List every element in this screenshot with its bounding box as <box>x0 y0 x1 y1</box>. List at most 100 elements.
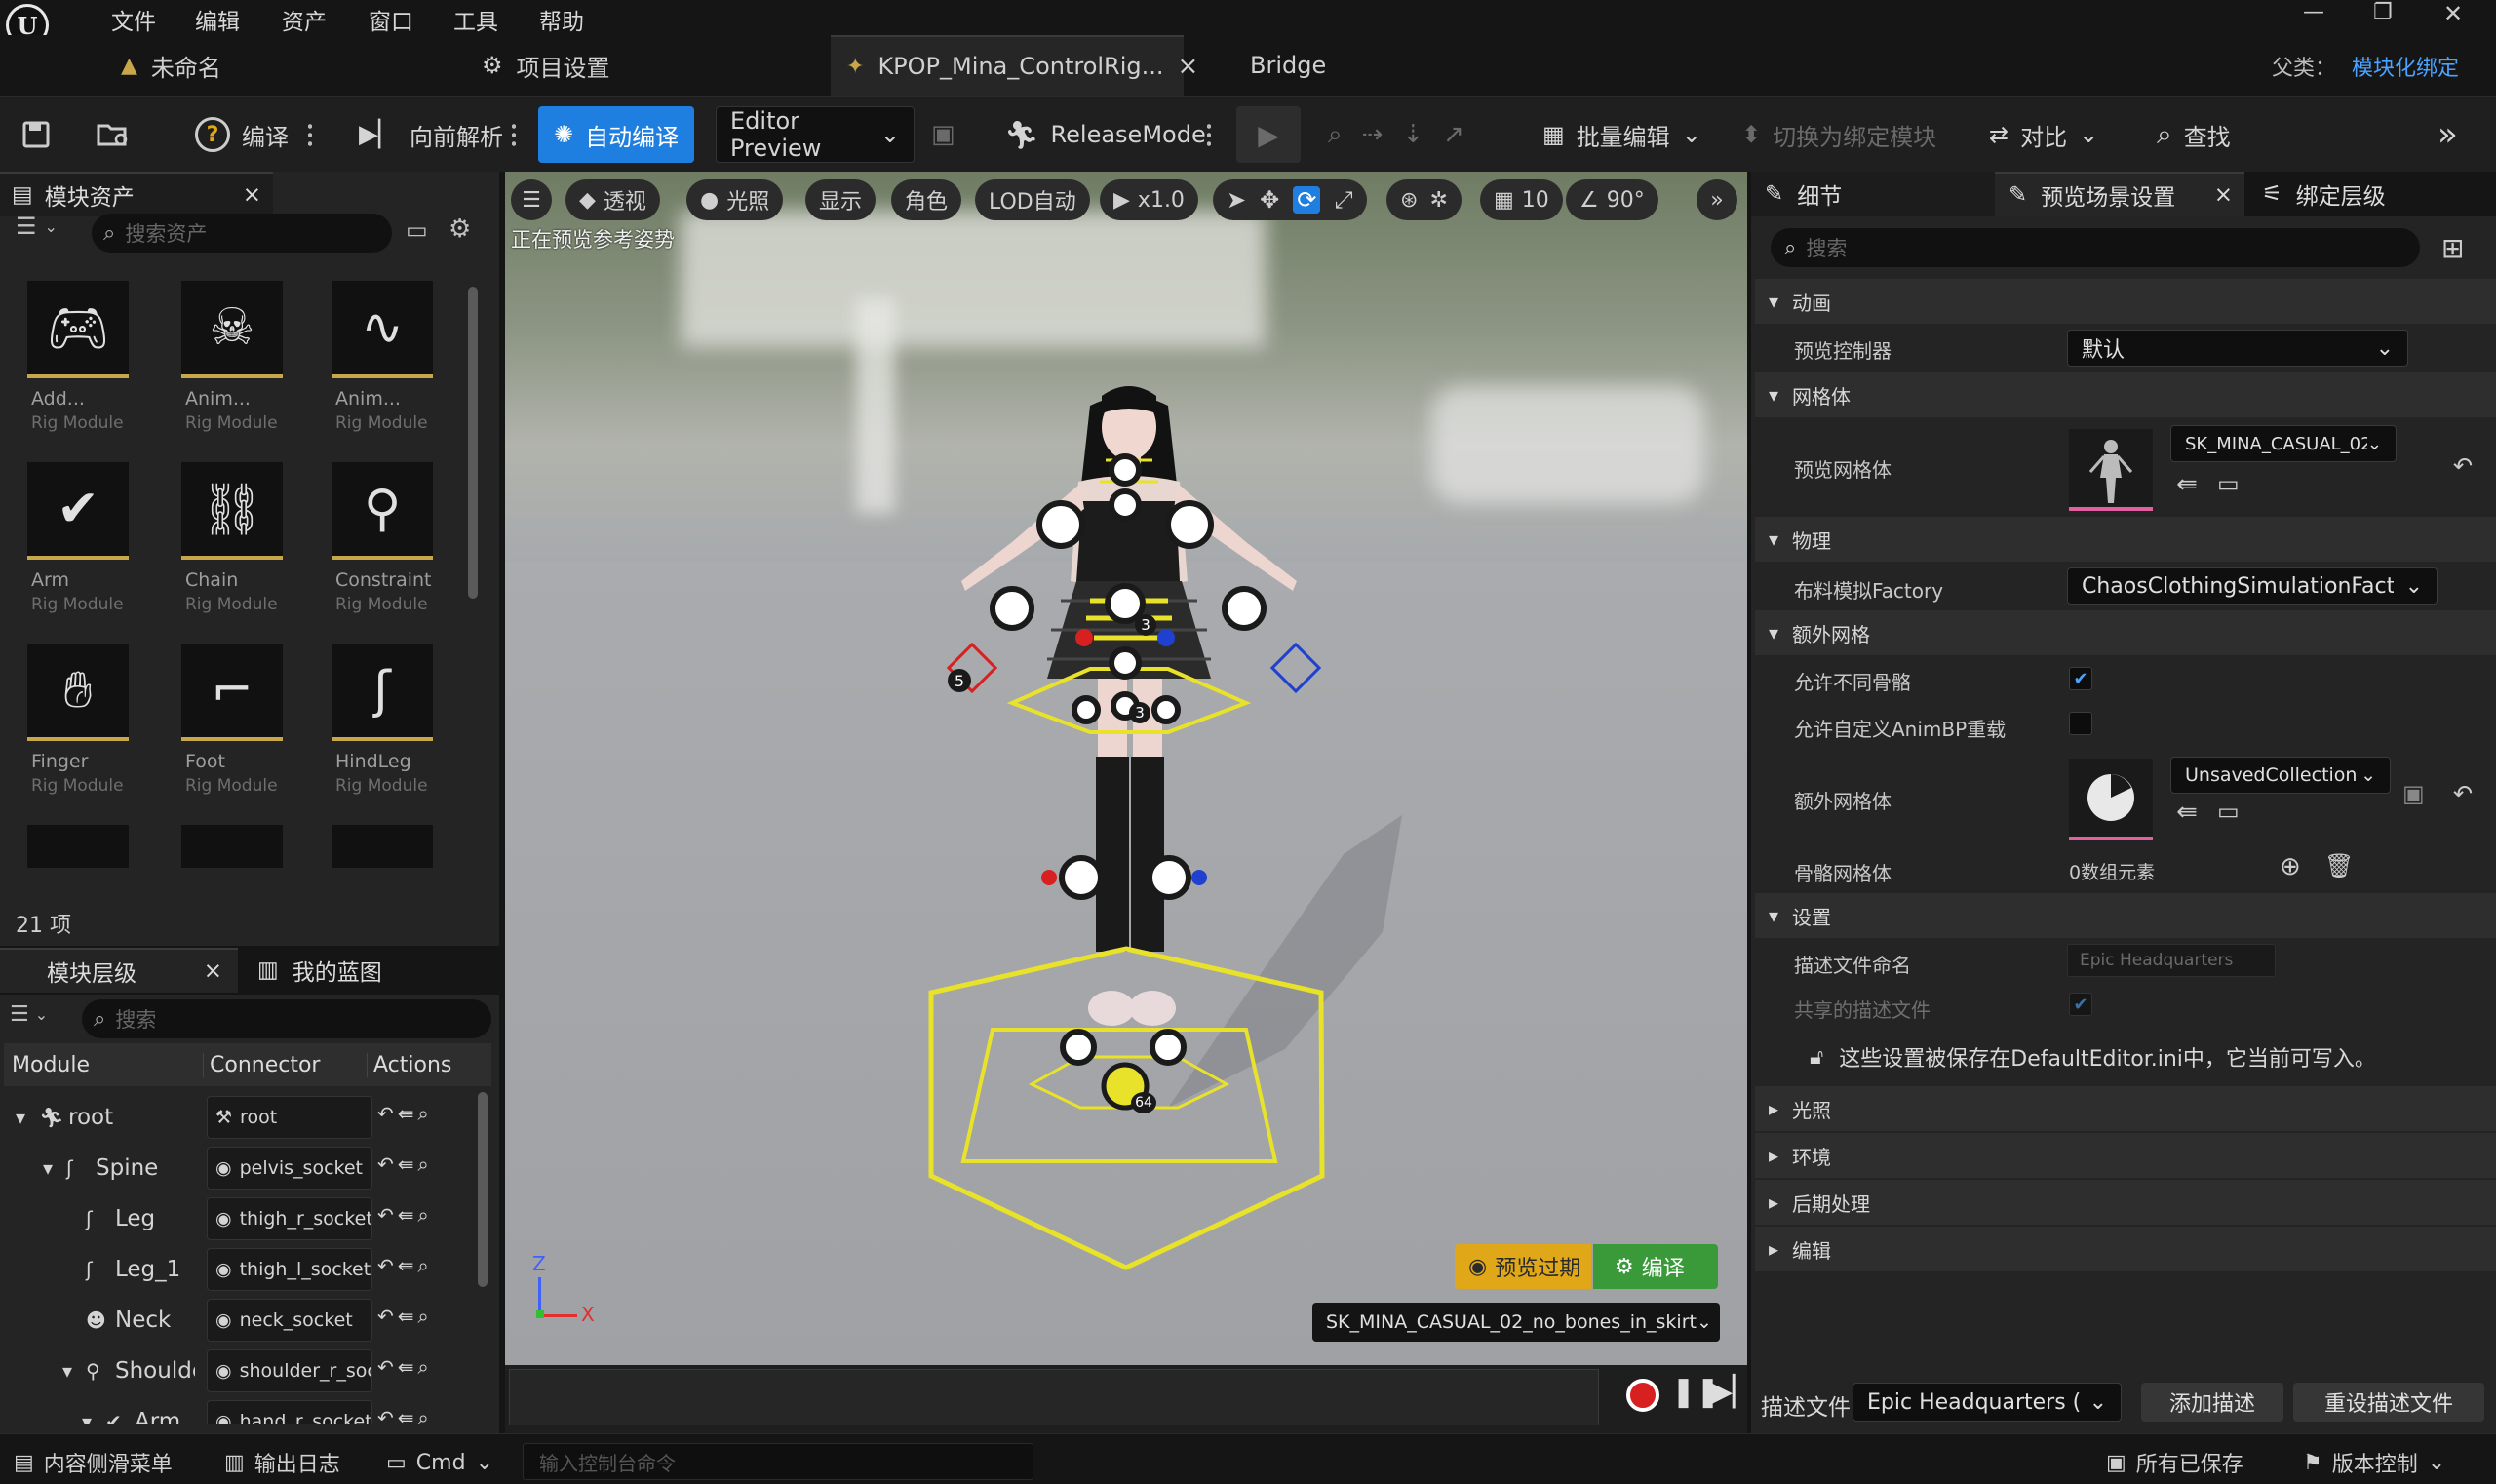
auto-compile-toggle[interactable]: ✺ 自动编译 <box>538 106 695 163</box>
step-out-icon[interactable]: ↗ <box>1443 120 1464 149</box>
folder-icon[interactable]: ▭ <box>406 216 428 244</box>
reset-to-default-icon[interactable]: ↶ <box>2453 452 2473 480</box>
search-icon[interactable]: ⌕ <box>418 1152 429 1176</box>
browse-asset-icon[interactable]: ▭ <box>2217 798 2240 825</box>
release-options-button[interactable] <box>1207 122 1211 147</box>
expand-caret-icon[interactable]: ▾ <box>43 1156 53 1180</box>
profile-name-input[interactable]: Epic Headquarters <box>2067 944 2276 977</box>
toolbar-overflow-button[interactable]: » <box>2438 106 2458 163</box>
character-button[interactable]: 角色 <box>891 179 962 220</box>
use-selected-icon[interactable]: ⇚ <box>2176 470 2198 499</box>
tab-details[interactable]: ✎ 细节 <box>1751 172 1995 216</box>
step-into-icon[interactable]: ⇣ <box>1402 120 1424 149</box>
asset-tile-partial[interactable] <box>181 825 283 868</box>
perspective-button[interactable]: ◆ 透视 <box>566 179 660 220</box>
hierarchy-row[interactable]: ▾ 🏃︎ root ⚒ root ↶ ⇚ ⌕ <box>4 1092 491 1143</box>
maximize-button[interactable]: ❐ <box>2373 0 2393 24</box>
connector-field[interactable]: ◉ neck_socket <box>207 1299 372 1342</box>
asset-tile[interactable]: ⛓︎ Chain Rig Module <box>181 462 289 628</box>
asset-tile[interactable]: 🎮︎ Add... Rig Module <box>27 281 135 447</box>
all-saved-button[interactable]: ▣ 所有已保存 <box>2106 1443 2243 1482</box>
save-collection-icon[interactable]: ▣ <box>2402 780 2425 807</box>
search-icon[interactable]: ⌕ <box>418 1406 429 1424</box>
menu-file[interactable]: 文件 <box>111 3 156 36</box>
use-selected-icon[interactable]: ⇚ <box>398 1355 414 1379</box>
asset-tile[interactable]: ✋︎ Finger Rig Module <box>27 644 135 809</box>
reset-icon[interactable]: ↶ <box>377 1305 394 1328</box>
select-arrow-icon[interactable]: ➤ <box>1227 186 1246 214</box>
shared-profile-checkbox[interactable]: ✔ <box>2069 993 2092 1016</box>
connector-field[interactable]: ◉ shoulder_r_socket <box>207 1349 372 1392</box>
extra-mesh-select[interactable]: UnsavedCollection ⌄ <box>2170 757 2391 794</box>
surface-snap-icon[interactable]: ✲ <box>1429 188 1447 213</box>
hierarchy-row[interactable]: ʃ Leg ◉ thigh_r_socket ↶ ⇚ ⌕ <box>4 1193 491 1244</box>
tab-close-button[interactable]: × <box>1178 52 1199 81</box>
col-connector[interactable]: Connector <box>203 1052 320 1077</box>
scale-icon[interactable]: ⤢ <box>1334 186 1352 214</box>
allow-custom-animbp-checkbox[interactable] <box>2069 712 2092 735</box>
reset-icon[interactable]: ↶ <box>377 1152 394 1176</box>
cloth-factory-select[interactable]: ChaosClothingSimulationFactory ⌄ <box>2067 567 2438 605</box>
source-control-button[interactable]: ⚑ 版本控制 ⌄ <box>2303 1443 2445 1482</box>
use-selected-icon[interactable]: ⇚ <box>398 1203 414 1227</box>
step-over-icon[interactable]: ⇢ <box>1362 120 1384 149</box>
show-button[interactable]: 显示 <box>805 179 877 220</box>
connector-field[interactable]: ◉ hand_r_socket <box>207 1400 372 1424</box>
search-icon[interactable]: ⌕ <box>418 1102 429 1125</box>
compile-button[interactable]: ? 编译 <box>195 106 289 163</box>
reset-icon[interactable]: ↶ <box>377 1355 394 1379</box>
col-module[interactable]: Module <box>12 1053 90 1077</box>
play-button[interactable]: ▶ <box>1236 106 1301 163</box>
search-icon[interactable]: ⌕ <box>418 1305 429 1328</box>
search-icon[interactable]: ⌕ <box>418 1254 429 1277</box>
viewport-compile-button[interactable]: ⚙ 编译 <box>1593 1244 1718 1289</box>
connector-field[interactable]: ◉ thigh_l_socket <box>207 1248 372 1291</box>
reset-icon[interactable]: ↶ <box>377 1406 394 1424</box>
menu-asset[interactable]: 资产 <box>282 3 327 36</box>
hierarchy-scrollbar[interactable] <box>478 1092 488 1287</box>
hierarchy-filter-button[interactable]: ☰ ⌄ <box>10 1002 48 1027</box>
compile-options-button[interactable] <box>308 122 312 147</box>
solve-options-button[interactable] <box>512 122 516 147</box>
asset-tile[interactable]: ⚲ Constraint Rig Module <box>332 462 439 628</box>
preview-controller-select[interactable]: 默认 ⌄ <box>2067 330 2408 367</box>
preview-mesh-select[interactable]: SK_MINA_CASUAL_02_no_bones_in_skirt⌄ <box>2170 425 2397 462</box>
find-button[interactable]: ⌕ 查找 <box>2157 106 2231 163</box>
parent-class-link[interactable]: 模块化绑定 <box>2352 51 2459 82</box>
browse-button[interactable] <box>96 106 131 163</box>
add-profile-button[interactable]: 添加描述 <box>2141 1383 2283 1422</box>
profile-select[interactable]: Epic Headquarters (Editor)⌄ <box>1852 1383 2122 1422</box>
settings-gear-icon[interactable]: ⚙ <box>448 215 471 244</box>
use-selected-icon[interactable]: ⇚ <box>398 1254 414 1277</box>
connector-field[interactable]: ⚒ root <box>207 1096 372 1139</box>
my-blueprint-tab[interactable]: ▥ 我的蓝图 <box>238 948 382 993</box>
lighting-button[interactable]: ● 光照 <box>686 179 784 220</box>
asset-tile-partial[interactable] <box>332 825 433 868</box>
preview-mesh-dropdown[interactable]: SK_MINA_CASUAL_02_no_bones_in_skirt ⌄ <box>1312 1303 1720 1342</box>
playback-speed-button[interactable]: ▶ x1.0 <box>1100 179 1198 220</box>
hierarchy-row[interactable]: ▾ ⚲ Shoulder ◉ shoulder_r_socket ↶⇚⌕ <box>4 1346 491 1396</box>
add-element-icon[interactable]: ⊕ <box>2280 852 2301 881</box>
asset-tile[interactable]: ⌐ Foot Rig Module <box>181 644 289 809</box>
section-settings[interactable]: ▾ 设置 <box>1755 893 2496 938</box>
batch-edit-dropdown[interactable]: ▦ 批量编辑 ⌄ <box>1542 106 1701 163</box>
use-selected-icon[interactable]: ⇚ <box>2176 798 2198 827</box>
section-edit[interactable]: ▸ 编辑 <box>1755 1227 2496 1271</box>
section-animation[interactable]: ▾ 动画 <box>1755 279 2496 324</box>
cmd-dropdown[interactable]: ▭ Cmd ⌄ <box>386 1443 493 1482</box>
menu-tools[interactable]: 工具 <box>453 3 498 36</box>
release-mode-button[interactable]: 🏃︎ ReleaseMode <box>1004 106 1206 163</box>
expand-caret-icon[interactable]: ▾ <box>82 1410 92 1424</box>
expand-caret-icon[interactable]: ▾ <box>62 1359 72 1383</box>
asset-tile-partial[interactable] <box>27 825 129 868</box>
search-icon[interactable]: ⌕ <box>418 1203 429 1227</box>
timeline-track[interactable] <box>509 1369 1599 1425</box>
tab-preview-scene[interactable]: ✎ 预览场景设置 × <box>1995 172 2244 216</box>
minimize-button[interactable]: — <box>2303 0 2324 24</box>
use-selected-icon[interactable]: ⇚ <box>398 1305 414 1328</box>
close-tab-icon[interactable]: × <box>204 958 222 984</box>
lod-button[interactable]: LOD自动 <box>975 179 1090 220</box>
hierarchy-row[interactable]: ▾ ✔ Arm ◉ hand_r_socket ↶ ⇚ ⌕ <box>4 1396 491 1424</box>
move-icon[interactable]: ✥ <box>1260 186 1279 214</box>
forward-solve-button[interactable]: ▶▏ 向前解析 <box>359 106 503 163</box>
